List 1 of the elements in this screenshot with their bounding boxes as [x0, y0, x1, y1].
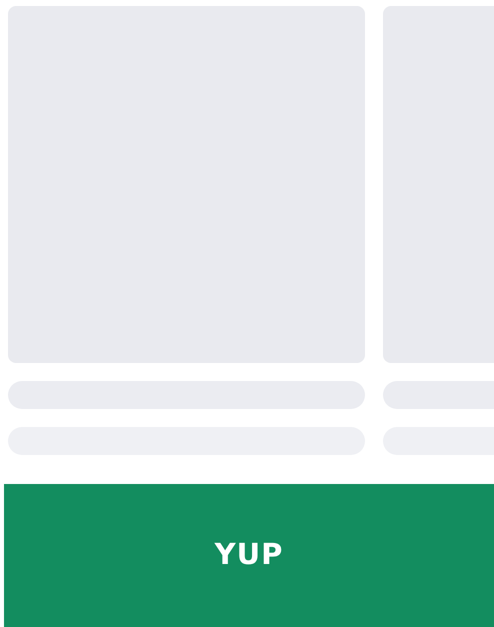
yup-button[interactable]: YUP — [4, 484, 494, 627]
